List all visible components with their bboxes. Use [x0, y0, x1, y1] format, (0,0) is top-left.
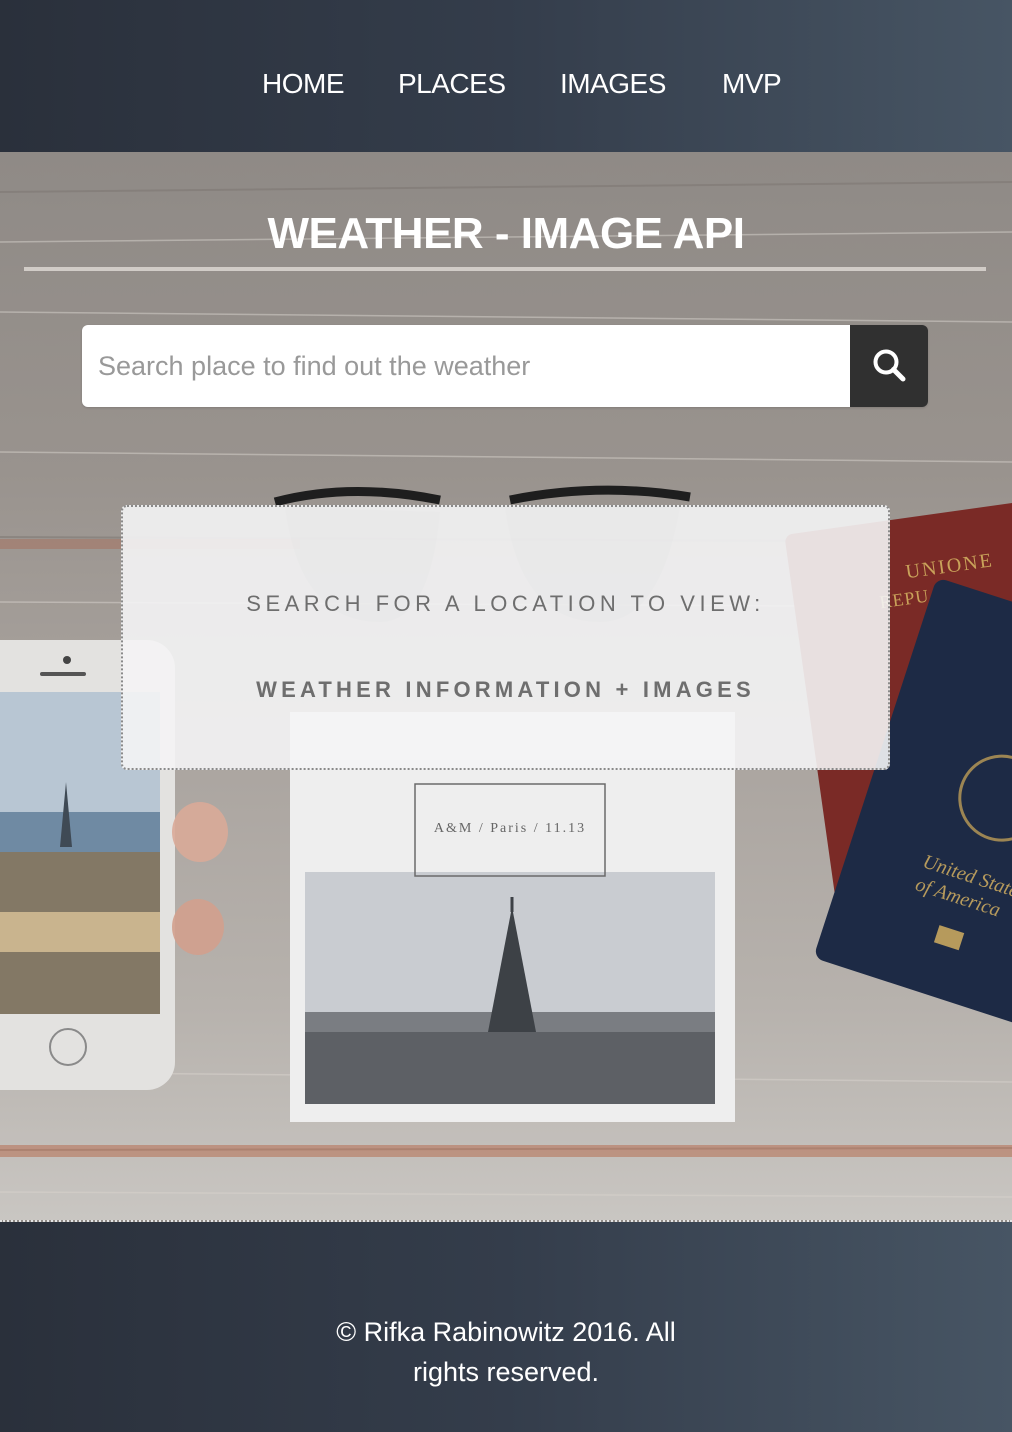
nav-menu: HOME PLACES IMAGES MVP [0, 64, 1012, 104]
footer: © Rifka Rabinowitz 2016. All rights rese… [0, 1222, 1012, 1432]
copyright-text: © Rifka Rabinowitz 2016. All rights rese… [336, 1317, 676, 1387]
nav-places-link[interactable]: PLACES [398, 64, 506, 104]
nav-images-link[interactable]: IMAGES [560, 64, 666, 104]
postcard-caption: A&M / Paris / 11.13 [434, 821, 586, 836]
search-icon [871, 347, 907, 386]
top-navigation: HOME PLACES IMAGES MVP [0, 0, 1012, 152]
instructions-line-2: WEATHER INFORMATION + IMAGES [256, 677, 755, 702]
title-divider [24, 267, 986, 271]
nav-mvp-link[interactable]: MVP [722, 64, 782, 104]
nav-home-link[interactable]: HOME [262, 64, 345, 104]
hero-section: A&M / Paris / 11.13 UNIONE REPU P United… [0, 152, 1012, 1222]
search-button[interactable] [850, 325, 928, 407]
instructions-panel: SEARCH FOR A LOCATION TO VIEW: WEATHER I… [121, 505, 890, 770]
search-input[interactable] [82, 325, 850, 407]
search-bar [82, 325, 928, 407]
instructions-line-1: SEARCH FOR A LOCATION TO VIEW: [246, 591, 765, 616]
page-title: WEATHER - IMAGE API [267, 209, 745, 258]
